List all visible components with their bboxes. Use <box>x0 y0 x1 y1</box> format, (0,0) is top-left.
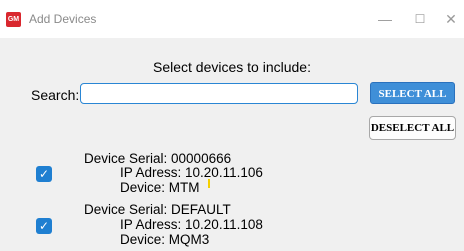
checkmark-icon: ✓ <box>38 219 50 233</box>
window-title: Add Devices <box>29 12 97 26</box>
device-serial: Device Serial: 00000666 <box>84 151 232 166</box>
minimize-button[interactable]: — <box>370 8 400 30</box>
close-button[interactable]: ✕ <box>436 8 464 30</box>
search-input[interactable] <box>80 83 358 104</box>
device-ip: IP Adress: 10.20.11.106 <box>120 165 263 180</box>
device-checkbox[interactable]: ✓ <box>36 218 52 234</box>
device-type: Device: MQM3 <box>120 232 210 247</box>
app-icon: GM <box>6 12 21 27</box>
dialog-prompt: Select devices to include: <box>153 59 311 75</box>
checkmark-icon: ✓ <box>38 167 50 181</box>
device-checkbox[interactable]: ✓ <box>36 166 52 182</box>
device-ip: IP Adress: 10.20.11.108 <box>120 217 263 232</box>
search-label: Search: <box>31 87 80 103</box>
device-serial: Device Serial: DEFAULT <box>84 202 231 217</box>
deselect-all-button[interactable]: DESELECT ALL <box>369 116 456 140</box>
text-cursor-marker <box>208 179 210 188</box>
title-bar: GM Add Devices — ☐ ✕ <box>0 0 464 38</box>
device-type: Device: MTM <box>120 180 200 195</box>
select-all-button[interactable]: SELECT ALL <box>370 82 455 104</box>
maximize-button[interactable]: ☐ <box>405 8 435 30</box>
